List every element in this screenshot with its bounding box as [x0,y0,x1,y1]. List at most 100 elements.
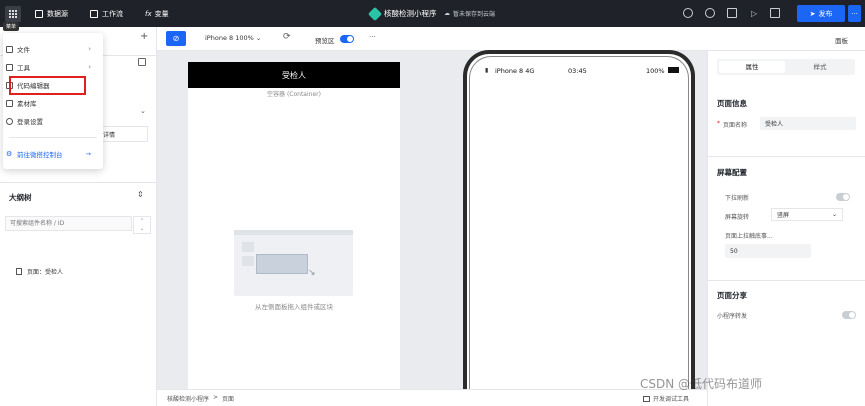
cloud-status: ☁ 暂未保存到云端 [444,0,495,27]
illustration-header [234,230,353,235]
menu-item-tools[interactable]: 工具 › [3,58,103,76]
export-icon[interactable] [770,8,780,18]
share-toggle[interactable] [842,311,856,319]
cloud-status-text: 暂未保存到云端 [453,11,496,18]
variables-label: 变量 [154,9,169,18]
pull-distance-label: 页面上拉触底事... [725,233,773,240]
menu-console-link[interactable]: ⚙ 前往微搭控制台 → [3,145,103,163]
workflow-button[interactable]: 工作流 [90,0,123,27]
function-icon: fx [145,9,152,18]
devtools-button[interactable]: 开发调试工具 [643,394,689,403]
empty-illustration: ↘ [234,230,353,296]
more-options-button[interactable]: ··· [848,5,861,22]
page-icon [16,268,22,275]
page-name-input[interactable]: 受检人 [760,117,856,130]
tab-properties[interactable]: 属性 [719,61,785,73]
sim-page-header: 受检人 [188,62,400,88]
sim-page-title: 受检人 [282,70,306,80]
menu-item-label: 工具 [17,64,30,72]
page-name-value: 受检人 [765,121,784,128]
publish-label: 发布 [818,9,833,18]
menu-tooltip: 菜单 [3,22,20,31]
compass-icon[interactable]: ⊘ [166,31,186,46]
more-icon[interactable]: ··· [369,33,376,41]
more-icon: ··· [851,9,858,18]
send-icon: ➤ [809,9,816,18]
screen-config-title: 屏幕配置 [717,168,747,177]
rotation-value: 竖屏 [777,212,790,219]
right-divider-2 [708,280,865,281]
phone-time: 03:45 [568,67,587,75]
tab-style-label: 样式 [813,63,827,71]
variables-button[interactable]: fx 变量 [145,0,169,27]
settings-icon [6,117,13,125]
chevron-right-icon: › [88,45,91,53]
device-select[interactable]: iPhone 8 100% ⌄ [205,34,261,42]
phone-preview: ▮ iPhone 8 4G 03:45 100% [463,50,695,406]
chevron-down-icon: ⌄ [831,211,837,218]
canvas-toolbar: ⊘ iPhone 8 100% ⌄ ⟳ 预览区 ··· 面板 [157,27,865,51]
battery-icon [668,67,679,73]
pull-distance-input[interactable]: 50 [725,244,811,258]
preview-label: 预览区 [315,37,335,45]
pull-refresh-toggle[interactable] [836,193,850,201]
tab-properties-label: 属性 [745,63,759,71]
expand-collapse-icon[interactable]: ⇕ [137,190,144,199]
tree-item-label: 页面：受检人 [27,269,64,276]
search-stepper[interactable]: ⌃ ⌄ [133,216,151,234]
drag-arrow-icon: ↘ [308,268,316,278]
panel-label[interactable]: 面板 [835,35,848,45]
refresh-icon[interactable]: ⟳ [283,32,291,42]
app-logo-icon [367,6,383,21]
save-icon[interactable] [727,8,737,18]
arrow-right-icon: → [85,150,91,158]
image-icon [6,99,13,107]
illustration-block [242,242,254,252]
preview-toggle[interactable] [340,35,354,43]
menu-item-assets[interactable]: 素材库 [3,94,103,112]
page-name-label: 页面名称 [723,122,748,129]
help-icon[interactable] [683,8,693,18]
component-tree-icon[interactable] [138,58,146,66]
breadcrumb-app[interactable]: 核酸检测小程序 [167,394,209,403]
share-label: 小程序转发 [717,313,748,320]
data-source-button[interactable]: 数据源 [35,0,68,27]
required-asterisk: * [717,120,720,127]
menu-divider [9,137,97,138]
play-icon[interactable]: ▷ [751,0,757,27]
console-link-label: 前往微搭控制台 [17,151,63,159]
container-label: 空容器 (Container) [267,91,321,98]
tree-item-page[interactable]: 页面：受检人 [16,267,63,276]
properties-panel: 属性 样式 页面信息 * 页面名称 受检人 屏幕配置 下拉刷新 屏幕旋转 竖屏 … [707,51,865,406]
chevron-down-icon: ⌄ [255,34,262,42]
props-tabs: 属性 样式 [717,59,855,75]
menu-item-login-settings[interactable]: 登录设置 [3,112,103,130]
publish-button[interactable]: ➤ 发布 [797,5,845,22]
app-title: 核酸检测小程序 [367,0,437,27]
rotation-select[interactable]: 竖屏 ⌄ [771,208,843,221]
app-title-text: 核酸检测小程序 [384,9,437,18]
outline-title: 大纲树 [9,193,32,202]
chevron-right-icon: › [88,63,91,71]
watermark: CSDN @低代码布道师 [640,377,763,391]
add-component-icon[interactable]: + [140,31,148,42]
right-divider-1 [708,156,865,157]
component-search-input[interactable] [5,216,132,231]
tools-icon [6,63,13,71]
tab-style[interactable]: 样式 [787,61,853,73]
cloud-icon: ☁ [444,10,450,17]
data-source-label: 数据源 [47,9,68,18]
chevron-down-icon[interactable]: ⌄ [140,107,146,115]
breadcrumb-page[interactable]: 页面 [222,394,234,403]
page-simulator: 受检人 空容器 (Container) ↘ 从左侧面板拖入组件或区块 [188,62,400,390]
code-editor-highlight [9,76,86,95]
workflow-label: 工作流 [102,9,123,18]
app-grid-icon[interactable] [5,6,21,22]
device-select-label: iPhone 8 100% [205,34,254,42]
top-bar: 数据源 工作流 fx 变量 核酸检测小程序 ☁ 暂未保存到云端 ▷ ➤ 发布 ·… [0,0,865,27]
history-icon[interactable] [705,8,715,18]
devtools-label: 开发调试工具 [653,396,690,403]
bottom-bar: 核酸检测小程序 > 页面 开发调试工具 [157,389,707,406]
menu-item-label: 登录设置 [17,118,43,126]
menu-item-file[interactable]: 文件 › [3,40,103,58]
